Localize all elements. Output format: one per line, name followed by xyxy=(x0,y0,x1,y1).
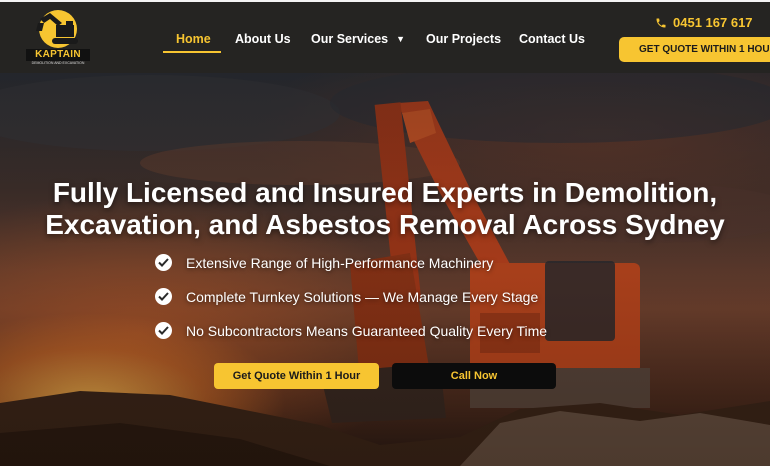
nav-home[interactable]: Home xyxy=(176,32,211,46)
nav-our-services-label: Our Services xyxy=(311,32,389,46)
feature-item: Extensive Range of High-Performance Mach… xyxy=(155,254,493,271)
feature-text: No Subcontractors Means Guaranteed Quali… xyxy=(186,323,548,339)
hero-headline-line-1: Fully Licensed and Insured Experts in De… xyxy=(52,177,718,208)
hero-headline: Fully Licensed and Insured Experts in De… xyxy=(0,177,770,241)
phone-number: 0451 167 617 xyxy=(673,15,753,30)
chevron-down-icon: ▼ xyxy=(396,34,406,44)
nav-contact-us[interactable]: Contact Us xyxy=(519,32,585,46)
check-circle-icon xyxy=(155,322,172,339)
hero-call-now-button[interactable]: Call Now xyxy=(392,363,556,389)
logo-wordmark: KAPTAIN xyxy=(26,49,90,61)
hero-get-quote-button[interactable]: Get Quote Within 1 Hour xyxy=(214,363,379,389)
feature-text: Complete Turnkey Solutions — We Manage E… xyxy=(186,289,539,305)
active-nav-underline xyxy=(163,51,221,53)
feature-text: Extensive Range of High-Performance Mach… xyxy=(186,255,494,271)
phone-icon xyxy=(656,18,666,28)
site-header: KAPTAIN DEMOLITION AND EXCAVATION Home A… xyxy=(0,0,770,73)
feature-item: Complete Turnkey Solutions — We Manage E… xyxy=(155,288,538,305)
nav-our-projects[interactable]: Our Projects xyxy=(426,32,501,46)
hero-section: Fully Licensed and Insured Experts in De… xyxy=(0,73,770,466)
nav-about-us[interactable]: About Us xyxy=(235,32,291,46)
kaptain-logo[interactable]: KAPTAIN DEMOLITION AND EXCAVATION xyxy=(26,9,90,69)
excavator-logo-icon xyxy=(36,10,78,48)
check-circle-icon xyxy=(155,254,172,271)
check-circle-icon xyxy=(155,288,172,305)
header-phone-link[interactable]: 0451 167 617 xyxy=(655,15,753,30)
nav-our-services[interactable]: Our Services ▼ xyxy=(311,32,405,46)
logo-tagline: DEMOLITION AND EXCAVATION xyxy=(31,61,85,65)
feature-item: No Subcontractors Means Guaranteed Quali… xyxy=(155,322,547,339)
hero-headline-line-2: Excavation, and Asbestos Removal Across … xyxy=(45,209,725,240)
header-get-quote-button[interactable]: GET QUOTE WITHIN 1 HOUR xyxy=(619,37,770,62)
